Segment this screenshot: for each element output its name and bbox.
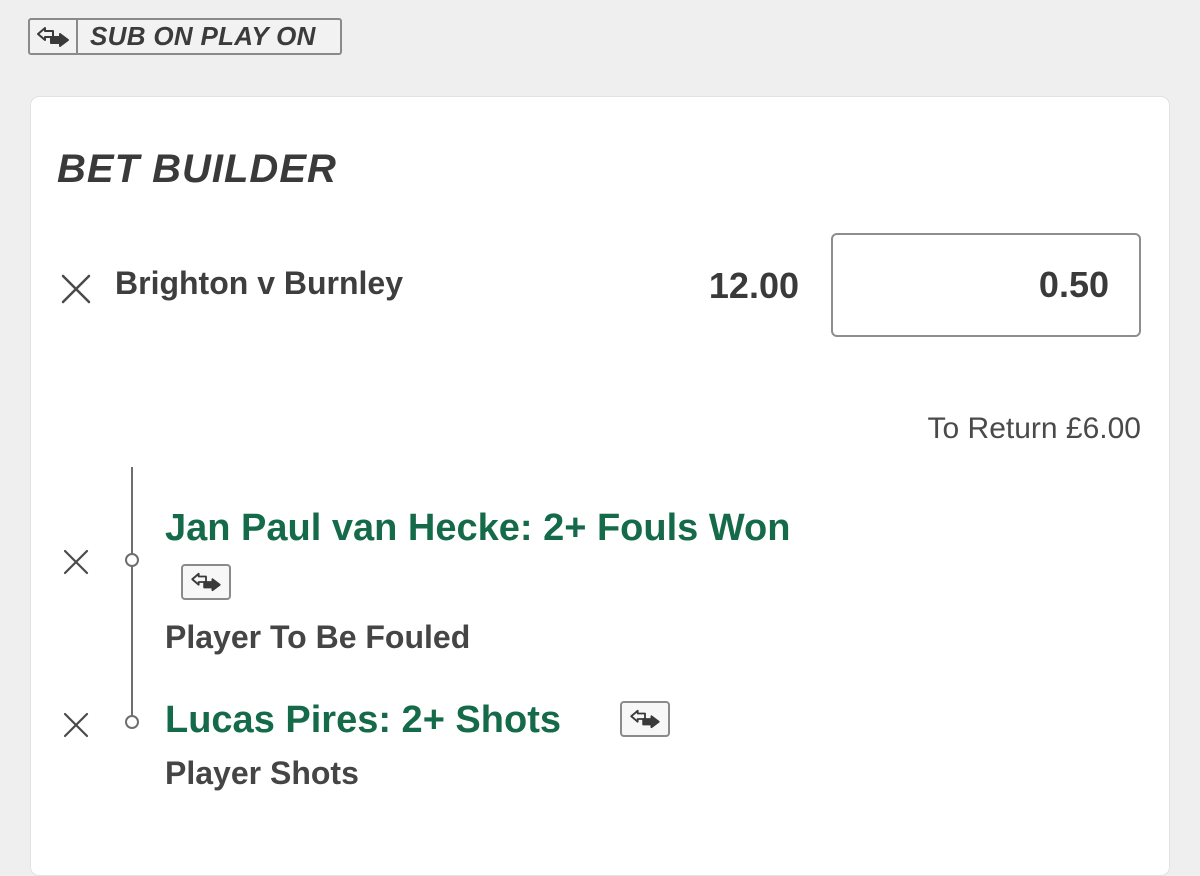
stake-input[interactable]: [831, 233, 1141, 337]
bet-builder-title: BET BUILDER: [57, 147, 337, 191]
timeline-dot: [125, 715, 139, 729]
selection-1-market: Player To Be Fouled: [165, 619, 471, 655]
selection-2-market: Player Shots: [165, 755, 359, 791]
odds-value: 12.00: [708, 265, 799, 306]
sub-swap-icon[interactable]: [181, 564, 231, 600]
close-icon: [63, 549, 89, 575]
sub-on-play-on-badge[interactable]: SUB ON PLAY ON: [28, 18, 342, 55]
to-return-text: To Return £6.00: [927, 412, 1141, 445]
sub-swap-icon: [30, 20, 78, 53]
timeline-dot: [125, 553, 139, 567]
sub-swap-icon[interactable]: [620, 701, 670, 737]
sub-on-play-on-label: SUB ON PLAY ON: [90, 21, 316, 51]
selection-2-title: Lucas Pires: 2+ Shots: [165, 699, 561, 741]
match-name: Brighton v Burnley: [115, 265, 404, 301]
remove-match-button[interactable]: [60, 273, 92, 310]
close-icon: [61, 274, 91, 304]
selection-1-title: Jan Paul van Hecke: 2+ Fouls Won: [165, 507, 791, 549]
close-icon: [63, 712, 89, 738]
selection-timeline: [131, 467, 133, 722]
remove-selection-1-button[interactable]: [62, 548, 90, 581]
remove-selection-2-button[interactable]: [62, 711, 90, 744]
bet-builder-card: BET BUILDER Brighton v Burnley 12.00 To …: [30, 96, 1170, 876]
